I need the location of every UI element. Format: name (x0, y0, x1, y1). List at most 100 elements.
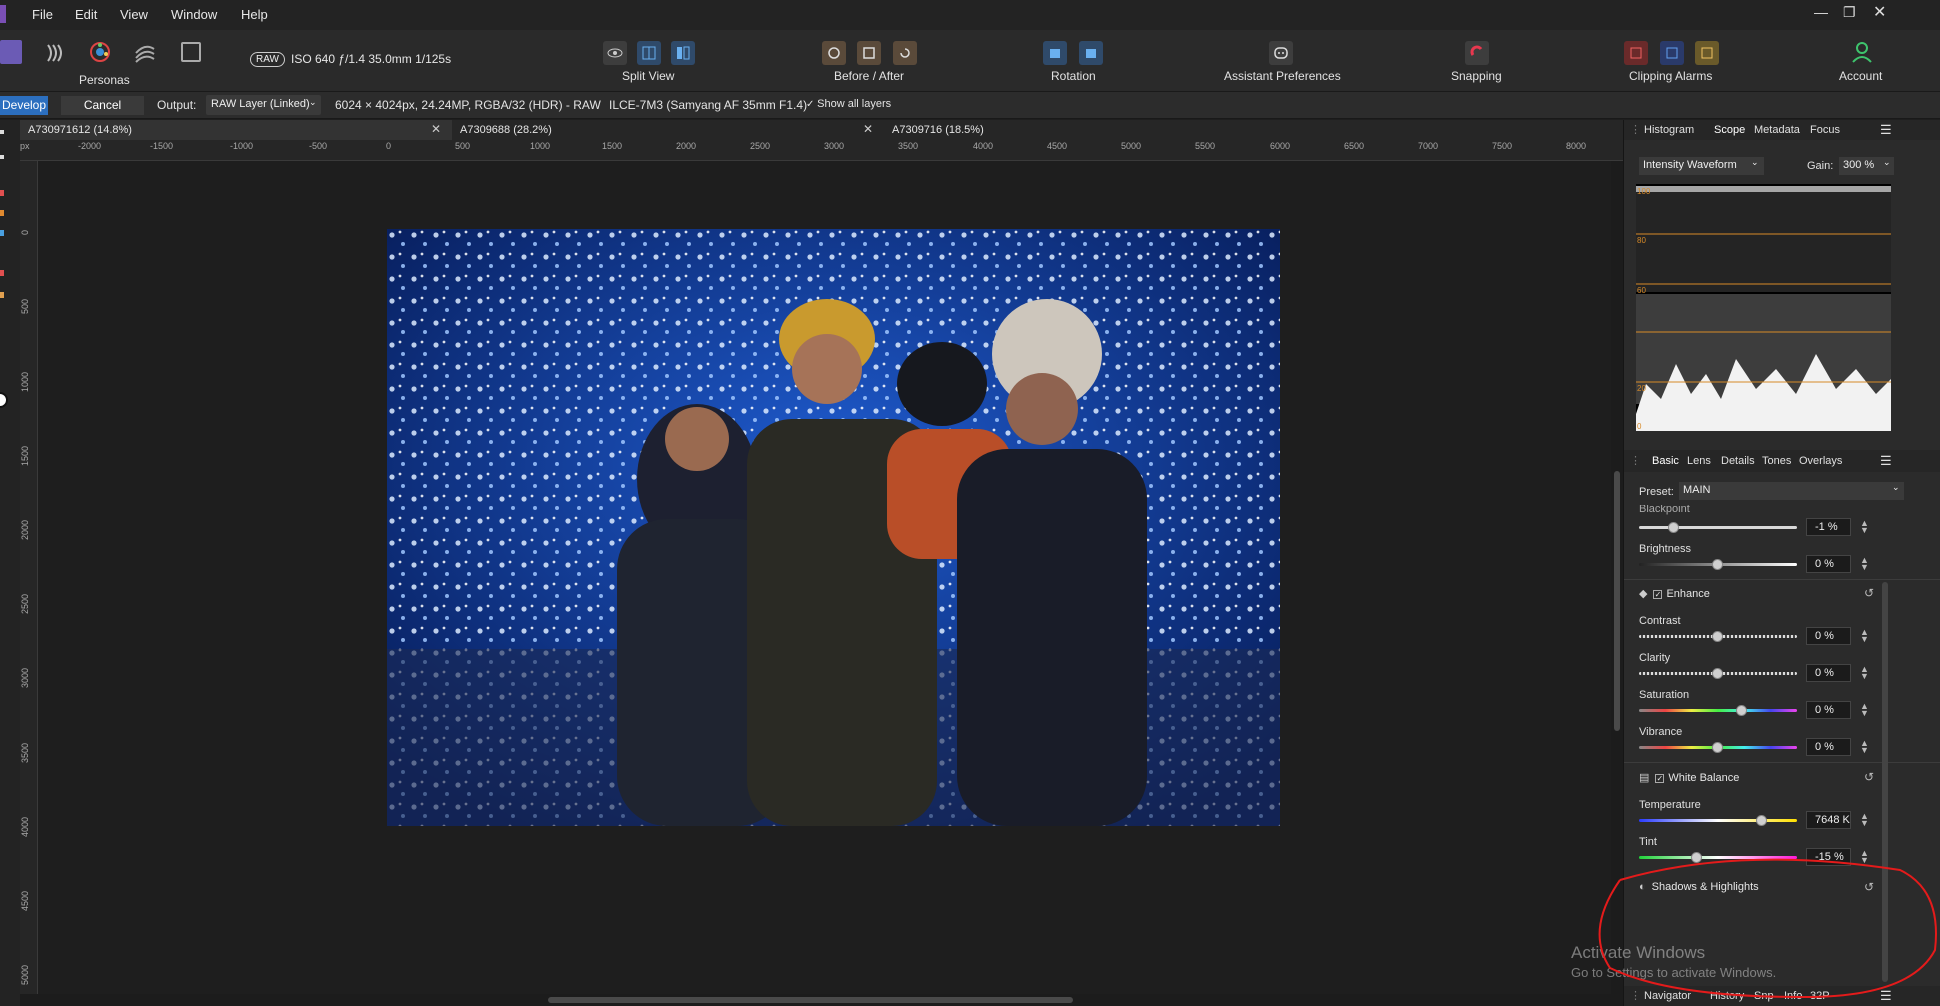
close-tab-icon[interactable]: ✕ (863, 122, 873, 136)
tool-gradient-icon[interactable] (0, 230, 4, 236)
horizontal-scrollbar[interactable] (20, 994, 1623, 1006)
clip-midtones-icon[interactable] (1660, 41, 1684, 65)
clarity-value[interactable]: 0 % (1806, 664, 1851, 682)
slider-knob[interactable] (1712, 668, 1723, 679)
menu-edit[interactable]: Edit (75, 7, 97, 22)
slider-knob[interactable] (1756, 815, 1768, 826)
scroll-thumb[interactable] (1614, 471, 1620, 731)
brightness-slider[interactable] (1639, 559, 1797, 570)
clarity-slider[interactable] (1639, 668, 1797, 679)
restore-icon[interactable]: ❐ (1843, 4, 1856, 21)
close-window-icon[interactable]: ✕ (1873, 2, 1886, 22)
temperature-slider[interactable] (1639, 815, 1797, 826)
develop-button[interactable]: Develop (0, 96, 48, 115)
tab-lens[interactable]: Lens (1687, 455, 1711, 467)
color-swatch-icon[interactable] (0, 392, 8, 408)
saturation-value[interactable]: 0 % (1806, 701, 1851, 719)
tab-details[interactable]: Details (1721, 455, 1755, 467)
enhance-section[interactable]: ◆ ✓ Enhance (1639, 587, 1710, 600)
spinner-arrows-icon[interactable]: ▲ ▼ (1860, 628, 1869, 644)
tab-document-1[interactable]: A730971612 (14.8%) ✕ (20, 120, 452, 140)
spinner-arrows-icon[interactable]: ▲ ▼ (1860, 519, 1869, 535)
tab-basic[interactable]: Basic (1652, 455, 1679, 467)
white-balance-section[interactable]: ▤ ✓ White Balance (1639, 771, 1739, 784)
before-after-copy-icon[interactable] (857, 41, 881, 65)
output-select[interactable]: RAW Layer (Linked) ⌄ (206, 95, 321, 115)
drag-handle-icon[interactable]: ⋮ (1630, 454, 1641, 467)
menu-help[interactable]: Help (241, 7, 268, 22)
tab-tones[interactable]: Tones (1762, 455, 1791, 467)
temperature-label: Temperature (1639, 799, 1701, 811)
white-balance-checkbox[interactable]: ✓ (1655, 773, 1665, 783)
spinner-arrows-icon[interactable]: ▲ ▼ (1860, 702, 1869, 718)
export-persona-icon[interactable] (181, 42, 201, 62)
slider-knob[interactable] (1667, 522, 1679, 533)
reset-icon[interactable]: ↺ (1864, 770, 1874, 784)
before-after-reset-icon[interactable] (893, 41, 917, 65)
menu-window[interactable]: Window (171, 7, 217, 22)
rotate-right-icon[interactable] (1079, 41, 1103, 65)
tab-scope[interactable]: Scope (1714, 124, 1745, 136)
panel-menu-icon[interactable]: ☰ (1880, 122, 1892, 138)
preset-select[interactable]: MAIN ⌄ (1679, 482, 1904, 500)
spinner-arrows-icon[interactable]: ▲ ▼ (1860, 812, 1869, 828)
brightness-value[interactable]: 0 % (1806, 555, 1851, 573)
tool-erase-icon[interactable] (0, 270, 4, 276)
rotate-left-icon[interactable] (1043, 41, 1067, 65)
tab-document-2[interactable]: A7309688 (28.2%) ✕ (452, 120, 884, 140)
tool-brush-icon[interactable] (0, 210, 4, 216)
tab-focus[interactable]: Focus (1810, 124, 1840, 136)
snapping-magnet-icon[interactable] (1465, 41, 1489, 65)
assistant-icon[interactable] (1269, 41, 1293, 65)
liquify-persona-icon[interactable] (44, 42, 66, 64)
split-view-icon[interactable] (637, 41, 661, 65)
blackpoint-slider[interactable] (1639, 522, 1797, 533)
tool-red-eye-icon[interactable] (0, 190, 4, 196)
gain-select[interactable]: 300 % ⌄ (1839, 157, 1894, 175)
drag-handle-icon[interactable]: ⋮ (1630, 123, 1641, 136)
scope-mode-select[interactable]: Intensity Waveform ⌄ (1639, 157, 1764, 175)
slider-knob[interactable] (1712, 631, 1723, 642)
vibrance-value[interactable]: 0 % (1806, 738, 1851, 756)
tab-metadata[interactable]: Metadata (1754, 124, 1800, 136)
tool-clone-icon[interactable] (0, 292, 4, 298)
spinner-arrows-icon[interactable]: ▲ ▼ (1860, 556, 1869, 572)
menu-file[interactable]: File (32, 7, 53, 22)
minimize-icon[interactable]: — (1814, 4, 1828, 20)
split-view-single-icon[interactable] (603, 41, 627, 65)
tab-histogram[interactable]: Histogram (1644, 124, 1694, 136)
slider-knob[interactable] (1735, 705, 1747, 716)
tone-mapping-persona-icon[interactable] (134, 42, 156, 64)
tab-overlays[interactable]: Overlays (1799, 455, 1842, 467)
spinner-arrows-icon[interactable]: ▲ ▼ (1860, 665, 1869, 681)
saturation-slider[interactable] (1639, 705, 1797, 716)
menu-view[interactable]: View (120, 7, 148, 22)
enhance-checkbox[interactable]: ✓ (1653, 589, 1663, 599)
contrast-value[interactable]: 0 % (1806, 627, 1851, 645)
raw-photo[interactable] (387, 229, 1280, 826)
tab-document-3[interactable]: A7309716 (18.5%)✕ (884, 120, 1634, 140)
clip-shadows-icon[interactable] (1624, 41, 1648, 65)
vibrance-slider[interactable] (1639, 742, 1797, 753)
reset-icon[interactable]: ↺ (1864, 586, 1874, 600)
spinner-arrows-icon[interactable]: ▲ ▼ (1860, 739, 1869, 755)
temperature-value[interactable]: 7648 K (1806, 811, 1851, 829)
show-all-layers-checkbox[interactable]: ✓ Show all layers (806, 98, 891, 110)
contrast-slider[interactable] (1639, 631, 1797, 642)
mirror-view-icon[interactable] (671, 41, 695, 65)
cancel-button[interactable]: Cancel (61, 96, 144, 115)
scroll-thumb[interactable] (548, 997, 1073, 1003)
slider-knob[interactable] (1712, 742, 1723, 753)
slider-knob[interactable] (1712, 559, 1723, 570)
photo-persona-icon[interactable] (0, 40, 22, 64)
panel-menu-icon[interactable]: ☰ (1880, 453, 1892, 469)
develop-persona-icon[interactable] (88, 40, 112, 64)
blackpoint-value[interactable]: -1 % (1806, 518, 1851, 536)
clip-highlights-icon[interactable] (1695, 41, 1719, 65)
tool-view-icon[interactable] (0, 130, 4, 134)
tool-crop-icon[interactable] (0, 155, 4, 159)
close-tab-icon[interactable]: ✕ (431, 122, 441, 136)
before-after-show-icon[interactable] (822, 41, 846, 65)
account-icon[interactable] (1850, 40, 1874, 64)
menu-bar: File Edit View Window Help — ❐ ✕ (0, 0, 1940, 30)
